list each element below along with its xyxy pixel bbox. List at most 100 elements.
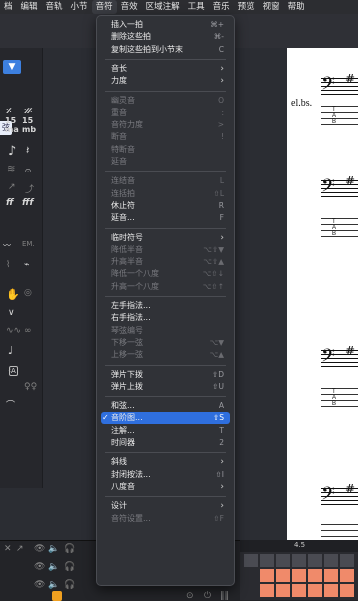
menu-item-19[interactable]: 临时符号 › (101, 232, 230, 244)
grace-note-icon[interactable]: ♪ (8, 144, 16, 159)
score-page[interactable]: el.bs. 𝄢 # T A B 𝄢 # T A B 𝄢 # T A B 𝄢 # (287, 48, 358, 540)
timeline-cell[interactable] (308, 584, 322, 597)
bend-icon[interactable]: ⤴ (25, 182, 34, 195)
menubar-item-1[interactable]: 编辑 (17, 0, 42, 14)
menu-item-41[interactable]: 八度音 › (101, 481, 230, 493)
rest-icon[interactable]: 𝄽 (26, 144, 29, 158)
timeline-cell[interactable] (276, 584, 290, 597)
menu-item-25[interactable]: 左手指法... (101, 300, 230, 312)
loop-icon[interactable]: ∞ (24, 326, 32, 336)
timeline-cell[interactable] (276, 554, 290, 567)
headphones-icon[interactable]: 🎧 (64, 580, 75, 590)
menu-item-43[interactable]: 设计 › (101, 500, 230, 512)
menubar-item-8[interactable]: 音乐 (209, 0, 234, 14)
menu-item-40[interactable]: 封闭按法... ⇧I (101, 469, 230, 481)
quindicesima-bassa-button[interactable]: 15 mb (22, 116, 36, 134)
timeline-cell[interactable] (260, 554, 274, 567)
menu-item-1[interactable]: 删除这些拍 ⌘- (101, 31, 230, 43)
menu-item-8[interactable]: 重音: (101, 107, 230, 119)
menu-item-23[interactable]: 升高一个八度 ⌥⇧↑ (101, 281, 230, 293)
wavy-line-icon[interactable]: ⌁ (24, 260, 29, 270)
menu-item-22[interactable]: 降低一个八度 ⌥⇧↓ (101, 268, 230, 280)
menu-item-17[interactable]: 延音... F (101, 212, 230, 224)
arrow-icon[interactable]: ↗ (16, 544, 24, 554)
tie-icon[interactable]: ⌒ (6, 398, 15, 411)
menu-item-29[interactable]: 上移一弦 ⌥▲ (101, 349, 230, 361)
dynamics-fff-button[interactable]: fff (22, 198, 33, 208)
eye-icon[interactable]: 👁 (34, 544, 45, 554)
menu-item-14[interactable]: 连结音 L (101, 175, 230, 187)
slide-icon[interactable]: ↗ (8, 182, 16, 192)
trill-icon[interactable]: ∿∿ (6, 326, 21, 336)
menubar-item-0[interactable]: 档 (0, 0, 17, 14)
fermata-icon[interactable]: 𝄐 (25, 164, 31, 178)
timeline-cell[interactable] (340, 569, 354, 582)
vibrato-icon[interactable]: ≋ (7, 164, 15, 175)
headphones-icon[interactable]: 🎧 (64, 544, 75, 554)
menubar-item-4[interactable]: 音符 (91, 0, 117, 14)
timeline-cell[interactable] (260, 584, 274, 597)
menu-item-12[interactable]: 延音 (101, 156, 230, 168)
tremolo-bar-icon[interactable]: 〰 (3, 240, 11, 251)
menubar-item-3[interactable]: 小节 (67, 0, 92, 14)
menu-item-15[interactable]: 连括拍 ⇧L (101, 188, 230, 200)
timeline-cell[interactable] (244, 554, 258, 567)
timeline-cell[interactable] (308, 554, 322, 567)
menu-item-28[interactable]: 下移一弦 ⌥▼ (101, 337, 230, 349)
menu-item-21[interactable]: 升高半音 ⌥⇧▲ (101, 256, 230, 268)
menubar-item-10[interactable]: 视窗 (259, 0, 284, 14)
menu-item-20[interactable]: 降低半音 ⌥⇧▼ (101, 244, 230, 256)
menu-item-35[interactable]: ✓ 音阶图... ⇧S (101, 412, 230, 425)
timeline-cell[interactable] (292, 584, 306, 597)
timeline-cell[interactable] (308, 569, 322, 582)
timeline-cell[interactable] (340, 584, 354, 597)
menu-item-44[interactable]: 音符设置... ⇧F (101, 513, 230, 525)
palette-collapse-button[interactable]: ▼ (3, 60, 21, 74)
menu-item-9[interactable]: 音符力度 > (101, 119, 230, 131)
chord-icon[interactable]: ♀♀ (24, 382, 37, 392)
timeline-cell[interactable] (260, 569, 274, 582)
text-box-button[interactable]: A (9, 366, 18, 376)
note-icon[interactable]: ♩ (8, 344, 13, 357)
menu-item-36[interactable]: 注解... T (101, 425, 230, 437)
timeline-cell[interactable] (340, 554, 354, 567)
menubar-item-9[interactable]: 预览 (234, 0, 259, 14)
menubar-item-7[interactable]: 工具 (184, 0, 209, 14)
menu-item-31[interactable]: 弹片下拨 ⇧D (101, 369, 230, 381)
menu-item-7[interactable]: 幽灵音 O (101, 95, 230, 107)
harmonic-icon[interactable]: ◎ (24, 288, 32, 298)
menubar-item-11[interactable]: 帮助 (284, 0, 309, 14)
timeline-cell[interactable] (324, 584, 338, 597)
menu-item-26[interactable]: 右手指法... (101, 312, 230, 324)
menubar-item-6[interactable]: 区域注解 (142, 0, 184, 14)
down-arrow-icon[interactable]: ∨ (8, 308, 15, 318)
menu-item-27[interactable]: 琴弦编号 (101, 325, 230, 337)
palm-mute-button[interactable]: EM. (22, 240, 35, 248)
menu-item-34[interactable]: 和弦... A (101, 400, 230, 412)
quindicesima-alta-button[interactable]: 15 ma (5, 116, 19, 134)
menu-item-11[interactable]: 特断音 (101, 144, 230, 156)
dynamics-ff-button[interactable]: ff (6, 198, 14, 208)
menu-item-16[interactable]: 休止符 R (101, 200, 230, 212)
menu-item-2[interactable]: 复制这些拍到小节末 C (101, 44, 230, 56)
timeline-cell[interactable] (292, 554, 306, 567)
menu-item-4[interactable]: 音长 › (101, 63, 230, 75)
timeline-cell[interactable] (276, 569, 290, 582)
headphones-icon[interactable]: 🎧 (64, 562, 75, 572)
eye-icon[interactable]: 👁 (34, 562, 45, 572)
menu-item-5[interactable]: 力度 › (101, 75, 230, 87)
whammy-icon[interactable]: ⌇ (6, 260, 10, 270)
hand-icon[interactable]: ✋ (6, 288, 20, 301)
timeline-cell[interactable] (324, 569, 338, 582)
menubar-item-5[interactable]: 音效 (117, 0, 142, 14)
track-timeline[interactable]: 4.5 (240, 540, 358, 600)
menu-item-32[interactable]: 弹片上拨 ⇧U (101, 381, 230, 393)
mute-icon[interactable]: 🔈 (48, 562, 59, 572)
menu-item-10[interactable]: 断音! (101, 131, 230, 143)
timeline-cell[interactable] (324, 554, 338, 567)
eye-icon[interactable]: 👁 (34, 580, 45, 590)
menubar-item-2[interactable]: 音轨 (42, 0, 67, 14)
menu-item-0[interactable]: 插入一拍 ⌘+ (101, 19, 230, 31)
collapse-icon[interactable]: ✕ (4, 544, 12, 554)
mute-icon[interactable]: 🔈 (48, 580, 59, 590)
